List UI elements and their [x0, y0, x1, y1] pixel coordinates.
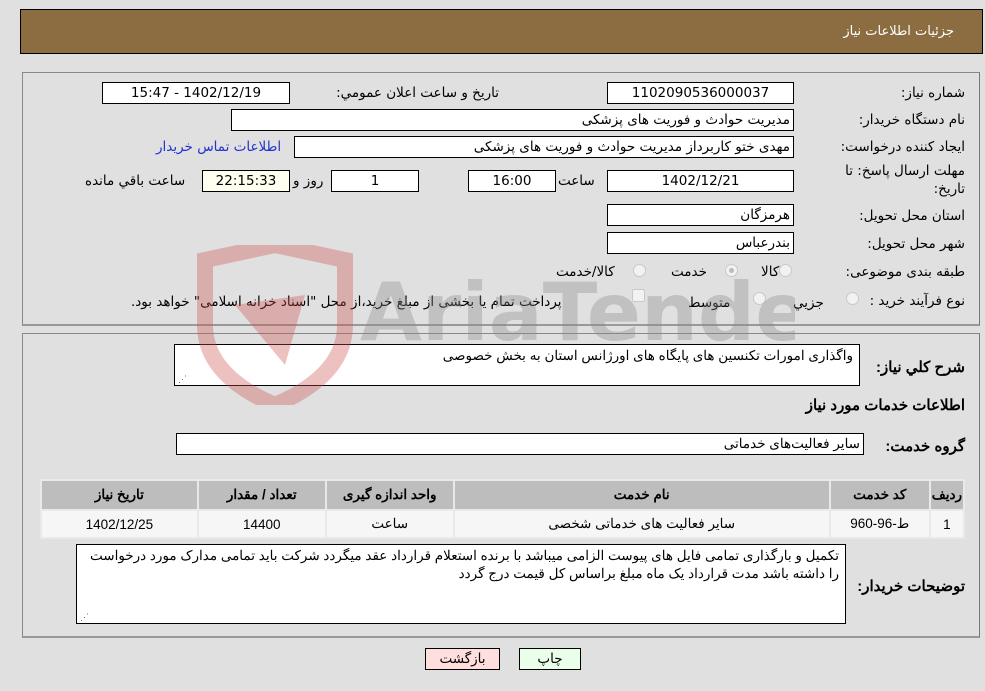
- remaining-days-field[interactable]: 1: [331, 170, 419, 192]
- purchase-type-option-minor: جزيي: [793, 295, 824, 311]
- purchase-type-label: نوع فرآیند خرید :: [869, 293, 965, 309]
- details-panel: شرح كلي نياز: واگذاری امورات تکنسین های …: [22, 333, 980, 638]
- cell-unit: ساعت: [324, 509, 455, 539]
- announce-datetime-field[interactable]: 1402/12/19 - 15:47: [102, 82, 290, 104]
- city-label: شهر محل تحویل:: [867, 236, 965, 252]
- province-field[interactable]: هرمزگان: [607, 204, 794, 226]
- category-radio-service[interactable]: [725, 264, 738, 277]
- table-header-row: ردیف کد خدمت نام خدمت واحد اندازه گیری ت…: [40, 479, 966, 511]
- purchase-type-radio-minor[interactable]: [846, 292, 859, 305]
- category-option-goods: کالا: [761, 264, 780, 280]
- treasury-checkbox[interactable]: [632, 289, 645, 302]
- city-field[interactable]: بندرعباس: [607, 232, 794, 254]
- description-text: واگذاری امورات تکنسین های پایگاه های اور…: [442, 348, 853, 363]
- col-header-service-code: کد خدمت: [828, 479, 931, 511]
- description-textarea[interactable]: واگذاری امورات تکنسین های پایگاه های اور…: [174, 344, 860, 386]
- remaining-time-field: 22:15:33: [202, 170, 290, 192]
- table-row: 1 ط-96-960 سایر فعالیت های خدماتی شخصی س…: [40, 509, 966, 539]
- category-radio-goods-service[interactable]: [633, 264, 646, 277]
- buyer-notes-label: توضیحات خریدار:: [857, 578, 965, 595]
- service-group-field[interactable]: سایر فعالیت‌های خدماتی: [176, 433, 864, 455]
- purchase-type-option-medium: متوسط: [688, 295, 731, 311]
- buyer-contact-link[interactable]: اطلاعات تماس خریدار: [156, 139, 281, 155]
- requester-label: ایجاد کننده درخواست:: [840, 139, 965, 155]
- deadline-time-label: ساعت: [558, 173, 595, 189]
- remaining-label: ساعت باقي مانده: [85, 173, 186, 189]
- category-option-goods-service: کالا/خدمت: [556, 264, 615, 280]
- cell-service-code: ط-96-960: [828, 509, 931, 539]
- buyer-notes-textarea[interactable]: تکمیل و بارگذاری تمامی فایل های پیوست ال…: [76, 544, 846, 624]
- deadline-time-field[interactable]: 16:00: [468, 170, 556, 192]
- need-number-label: شماره نیاز:: [900, 85, 965, 101]
- print-button[interactable]: چاپ: [519, 648, 581, 670]
- col-header-row-number: ردیف: [928, 479, 966, 511]
- deadline-date-field[interactable]: 1402/12/21: [607, 170, 794, 192]
- back-button[interactable]: بازگشت: [425, 648, 500, 670]
- requester-field[interactable]: مهدی ختو کاربرداز مدیریت حوادث و فوریت ه…: [294, 136, 794, 158]
- service-group-label: گروه خدمت:: [885, 438, 965, 455]
- province-label: استان محل تحویل:: [859, 208, 965, 224]
- need-info-panel: شماره نیاز: 1102090536000037 تاریخ و ساع…: [22, 72, 980, 326]
- deadline-label-2: تاریخ:: [933, 181, 965, 197]
- col-header-unit: واحد اندازه گیری: [324, 479, 455, 511]
- resize-grip-icon[interactable]: ⋰: [79, 612, 89, 622]
- services-table: ردیف کد خدمت نام خدمت واحد اندازه گیری ت…: [40, 479, 966, 539]
- announce-datetime-label: تاریخ و ساعت اعلان عمومي:: [336, 85, 499, 101]
- col-header-need-date: تاریخ نیاز: [40, 479, 199, 511]
- cell-row-number: 1: [928, 509, 966, 539]
- cell-service-name: سایر فعالیت های خدماتی شخصی: [452, 509, 831, 539]
- treasury-note: پرداخت تمام یا بخشی از مبلغ خرید،از محل …: [131, 294, 562, 310]
- need-number-field[interactable]: 1102090536000037: [607, 82, 794, 104]
- category-radio-goods[interactable]: [779, 264, 792, 277]
- col-header-quantity: تعداد / مقدار: [196, 479, 327, 511]
- page-header: جزئیات اطلاعات نیاز: [20, 9, 983, 54]
- buyer-org-field[interactable]: مدیریت حوادث و فوریت های پزشکی: [231, 109, 794, 131]
- deadline-label: مهلت ارسال پاسخ: تا: [845, 163, 965, 179]
- purchase-type-radio-medium[interactable]: [753, 292, 766, 305]
- page-title: جزئیات اطلاعات نیاز: [843, 24, 954, 39]
- buyer-notes-text: تکمیل و بارگذاری تمامی فایل های پیوست ال…: [90, 548, 839, 581]
- description-label: شرح كلي نياز:: [876, 359, 965, 376]
- cell-quantity: 14400: [196, 509, 327, 539]
- buyer-org-label: نام دستگاه خریدار:: [858, 112, 965, 128]
- category-option-service: خدمت: [671, 264, 707, 280]
- col-header-service-name: نام خدمت: [452, 479, 831, 511]
- resize-grip-icon[interactable]: ⋰: [177, 374, 187, 384]
- category-label: طبقه بندی موضوعی:: [845, 264, 965, 280]
- days-label: روز و: [293, 173, 324, 189]
- cell-need-date: 1402/12/25: [40, 509, 199, 539]
- services-heading: اطلاعات خدمات مورد نیاز: [805, 397, 965, 414]
